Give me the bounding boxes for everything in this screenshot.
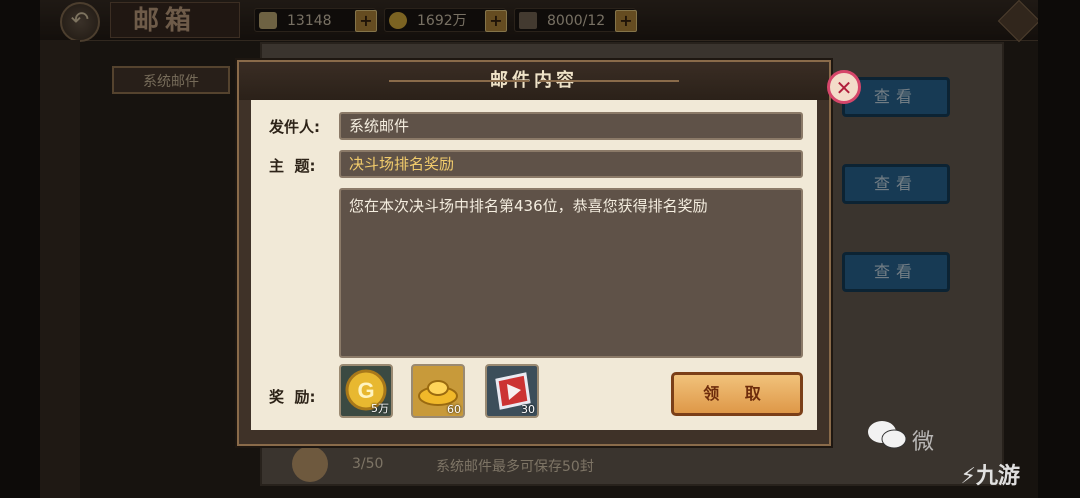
brand-text: 九游 [975, 464, 1020, 489]
dialog-body: 发件人: 系统邮件 主 题: 决斗场排名奖励 您在本次决斗场中排名第436位，恭… [251, 100, 817, 430]
jiuyou-logo-icon: ⚡ [960, 464, 976, 489]
reward-count: 5万 [371, 402, 389, 415]
content-field: 您在本次决斗场中排名第436位，恭喜您获得排名奖励 [339, 188, 803, 358]
watermark-text: 微 [912, 430, 935, 455]
subject-label: 主 题: [269, 157, 316, 175]
reward-count: 60 [447, 403, 461, 416]
game-scene: ↶ 邮箱 13148 + 1692万 + 8000/12 + 系统邮件 查看 查… [40, 0, 1038, 498]
wechat-watermark-icon [868, 421, 907, 449]
reward-red-token[interactable]: 30 [485, 364, 539, 418]
subject-field: 决斗场排名奖励 [339, 150, 803, 178]
claim-button[interactable]: 领 取 [671, 372, 803, 416]
reward-count: 30 [521, 403, 535, 416]
reward-gold-coin[interactable]: G 5万 [339, 364, 393, 418]
mail-dialog: 邮件内容 发件人: 系统邮件 主 题: 决斗场排名奖励 您在本次决斗场中排名第4… [237, 60, 831, 446]
brand-watermark: ⚡九游 [961, 458, 1020, 490]
sender-field: 系统邮件 [339, 112, 803, 140]
dialog-title: 邮件内容 [239, 62, 829, 100]
reward-gold-ingot[interactable]: 60 [411, 364, 465, 418]
sender-label: 发件人: [269, 118, 320, 136]
reward-label: 奖 励: [269, 388, 316, 406]
close-icon: ✕ [835, 76, 853, 100]
close-button[interactable]: ✕ [827, 70, 861, 104]
